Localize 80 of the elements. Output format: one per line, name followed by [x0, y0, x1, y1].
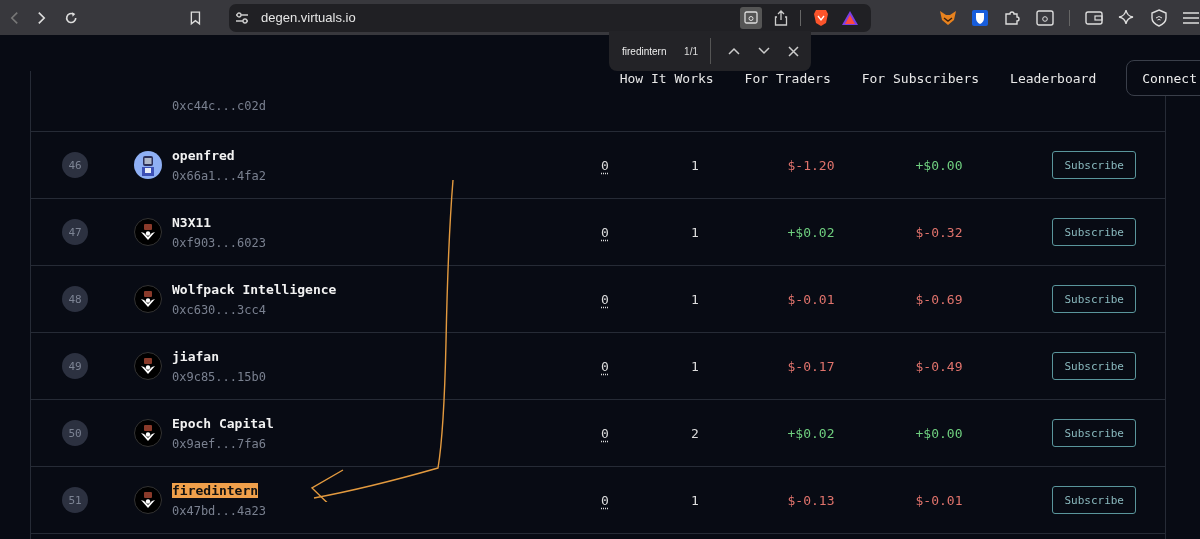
pnl-value: $-0.01	[787, 291, 835, 307]
table-cell: 1	[691, 157, 699, 173]
shield-icon[interactable]	[1151, 8, 1167, 27]
trader-name[interactable]: Wolfpack Intelligence	[172, 281, 337, 297]
settings-icon	[235, 11, 250, 24]
close-icon[interactable]	[788, 45, 799, 57]
wallet-icon[interactable]	[1085, 9, 1103, 26]
rank-badge: 50	[62, 420, 88, 446]
emblem-avatar-icon	[134, 218, 162, 246]
pnl-value: +$0.00	[915, 425, 963, 441]
trader-name[interactable]: jiafan	[172, 348, 219, 364]
pnl-value: +$0.02	[787, 224, 835, 240]
wallet-address: 0x9c85...15b0	[172, 369, 266, 384]
previous-match-icon[interactable]	[728, 47, 740, 55]
wallet-address: 0x9aef...7fa6	[172, 436, 266, 451]
emblem-avatar-icon	[134, 352, 162, 380]
rank-badge: 51	[62, 487, 88, 513]
pnl-value: +$0.00	[915, 157, 963, 173]
table-cell: 0	[601, 492, 609, 508]
rank-badge: 49	[62, 353, 88, 379]
sparkle-icon[interactable]	[1118, 8, 1136, 27]
subscribe-button[interactable]: Subscribe	[1052, 419, 1136, 447]
match-count: 1/1	[684, 45, 698, 57]
pnl-value: $-0.69	[915, 291, 963, 307]
next-match-icon[interactable]	[758, 47, 770, 55]
pnl-value: $-0.49	[915, 358, 963, 374]
wallet-address: 0xc44c...c02d	[172, 99, 266, 113]
wallet-address: 0xf903...6023	[172, 235, 266, 250]
nav-link[interactable]: For Traders	[744, 70, 831, 86]
pnl-value: $-0.01	[915, 492, 963, 508]
puzzle-icon[interactable]	[1003, 8, 1021, 27]
pnl-value: $-0.13	[787, 492, 835, 508]
trader-name[interactable]: Epoch Capital	[172, 415, 274, 431]
bookmark-icon[interactable]	[190, 9, 202, 26]
nav-link[interactable]: How It Works	[619, 70, 714, 86]
subscribe-button[interactable]: Subscribe	[1052, 151, 1136, 179]
table-cell: 1	[691, 358, 699, 374]
pnl-value: $-0.32	[915, 224, 963, 240]
emblem-avatar-icon	[134, 419, 162, 447]
rank-badge: 46	[62, 152, 88, 178]
table-cell: 0	[601, 358, 609, 374]
table-cell: 0	[601, 425, 609, 441]
address-bar[interactable]: degen.virtuals.io	[229, 3, 871, 32]
emblem-avatar-icon	[134, 285, 162, 313]
table-cell: 1	[691, 492, 699, 508]
forward-icon[interactable]	[37, 9, 47, 26]
table-cell: 1	[691, 224, 699, 240]
reload-icon[interactable]	[64, 9, 79, 26]
shield-icon[interactable]	[972, 9, 988, 26]
rank-badge: 48	[62, 286, 88, 312]
wallet-address: 0x66a1...4fa2	[172, 168, 266, 183]
menu-icon[interactable]	[1182, 10, 1200, 25]
trader-name[interactable]: N3X11	[172, 214, 212, 230]
nav-link[interactable]: Leaderboard	[1010, 70, 1097, 86]
table-cell: 0	[601, 291, 609, 307]
wallet-address: 0x47bd...4a23	[172, 503, 266, 518]
subscribe-button[interactable]: Subscribe	[1052, 285, 1136, 313]
nav-link[interactable]: For Subscribers	[861, 70, 980, 86]
trader-name[interactable]: firedintern	[172, 482, 259, 498]
connect-button[interactable]: Connect	[1126, 60, 1200, 96]
trader-name[interactable]: openfred	[172, 147, 235, 163]
table-cell: 1	[691, 291, 699, 307]
table-cell: 0	[601, 157, 609, 173]
pnl-value: $-1.20	[787, 157, 835, 173]
subscribe-button[interactable]: Subscribe	[1052, 486, 1136, 514]
fox-icon[interactable]	[939, 9, 957, 26]
table-cell: 0	[601, 224, 609, 240]
emblem-avatar-icon	[134, 486, 162, 514]
rank-badge: 47	[62, 219, 88, 245]
pnl-value: $-0.17	[787, 358, 835, 374]
subscribe-button[interactable]: Subscribe	[1052, 218, 1136, 246]
subscribe-button[interactable]: Subscribe	[1052, 352, 1136, 380]
triangle-icon[interactable]	[841, 9, 859, 26]
wallet-address: 0xc630...3cc4	[172, 302, 266, 317]
pnl-value: +$0.02	[787, 425, 835, 441]
share-icon[interactable]	[774, 9, 788, 26]
robot-avatar-icon	[134, 151, 162, 179]
back-icon[interactable]	[10, 9, 19, 26]
find-field[interactable]: firedintern	[622, 45, 685, 57]
table-cell: 2	[691, 425, 699, 441]
